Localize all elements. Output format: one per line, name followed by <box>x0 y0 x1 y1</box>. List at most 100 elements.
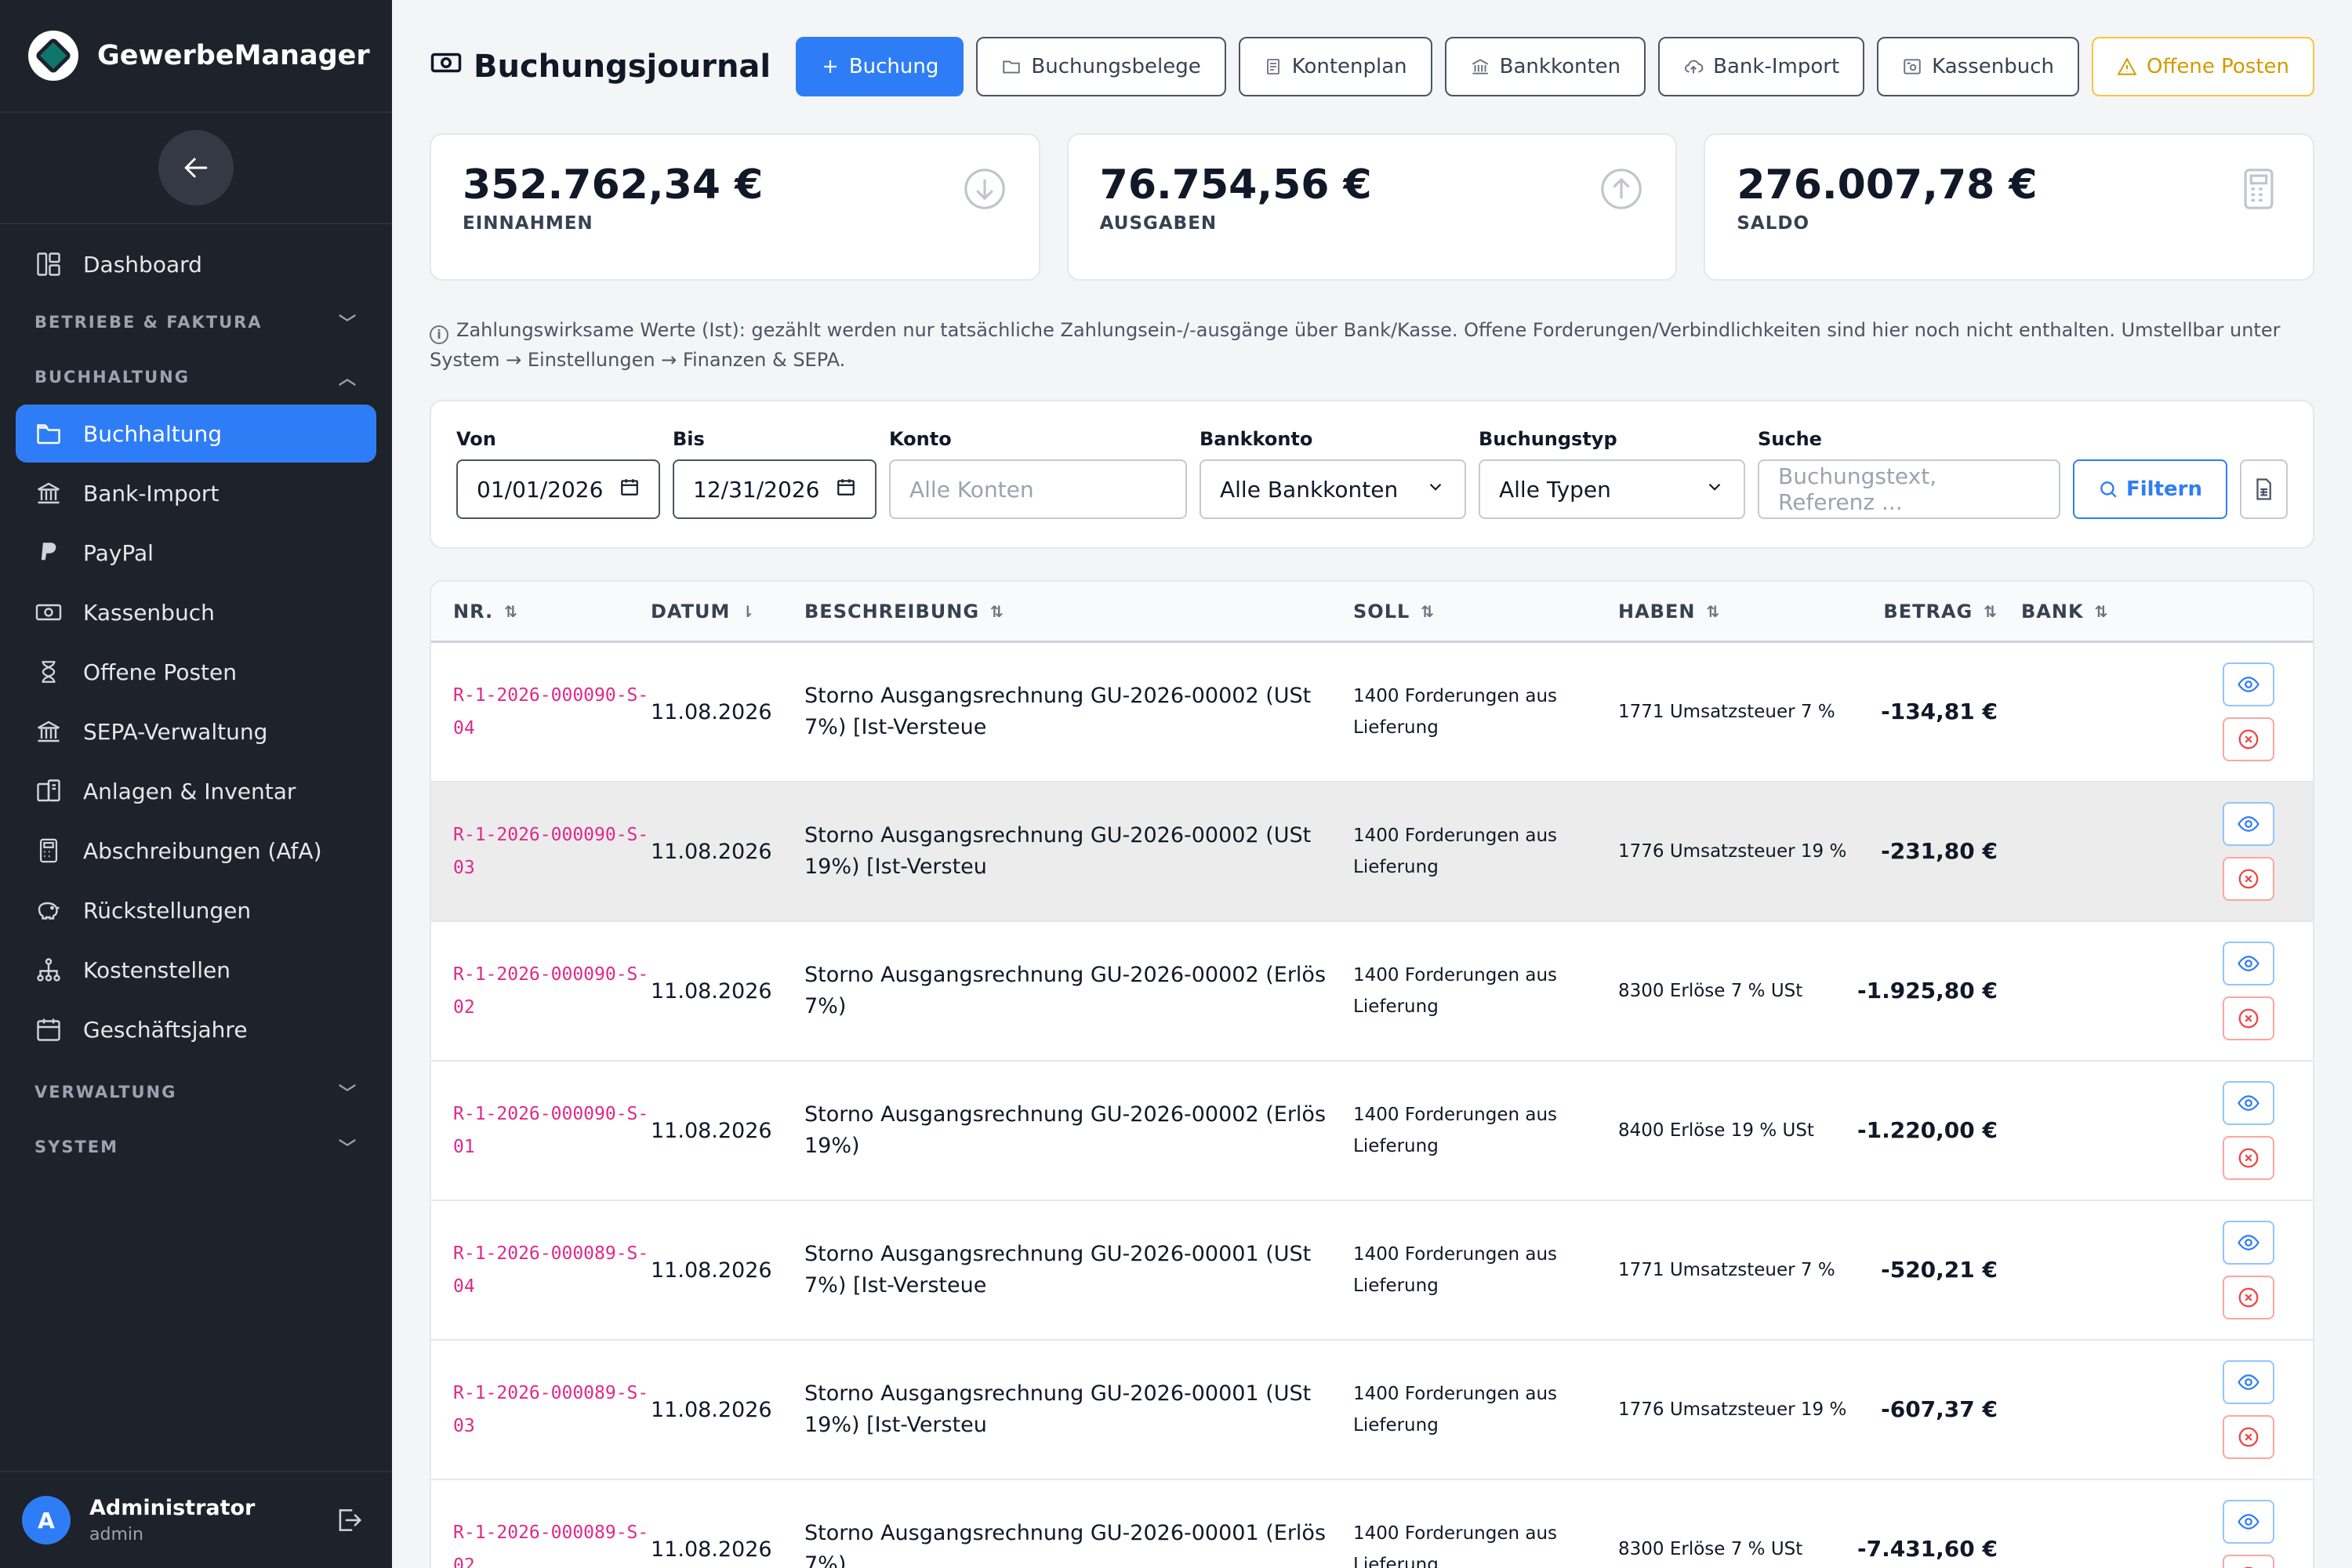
receipts-button[interactable]: Buchungsbelege <box>976 37 1226 96</box>
stat-card-income: 352.762,34 € EINNAHMEN <box>430 133 1040 281</box>
view-button[interactable] <box>2223 1360 2274 1404</box>
cell-nr[interactable]: R-1-2026-000089-S-04 <box>431 1237 651 1303</box>
sort-icon: ⇅ <box>1421 601 1436 621</box>
table-row[interactable]: R-1-2026-000089-S-04 11.08.2026 Storno A… <box>431 1201 2313 1341</box>
column-header-soll[interactable]: SOLL ⇅ <box>1353 601 1618 622</box>
date-from-input[interactable]: 01/01/2026 <box>456 459 660 519</box>
bank-accounts-button[interactable]: Bankkonten <box>1444 37 1646 96</box>
cell-nr[interactable]: R-1-2026-000089-S-02 <box>431 1516 651 1568</box>
cell-nr[interactable]: R-1-2026-000090-S-04 <box>431 679 651 745</box>
date-to-input[interactable]: 12/31/2026 <box>673 459 877 519</box>
cancel-booking-button[interactable] <box>2223 1415 2274 1459</box>
view-button[interactable] <box>2223 802 2274 846</box>
bank-import-button[interactable]: Bank-Import <box>1658 37 1865 96</box>
view-button[interactable] <box>2223 1081 2274 1125</box>
cancel-booking-button[interactable] <box>2223 1555 2274 1568</box>
brand[interactable]: GewerbeManager <box>0 0 392 113</box>
account-input[interactable]: Alle Konten <box>889 459 1187 519</box>
x-circle-icon <box>2244 1566 2253 1568</box>
view-button[interactable] <box>2223 1500 2274 1544</box>
cancel-booking-button[interactable] <box>2223 717 2274 761</box>
bank-account-select[interactable]: Alle Bankkonten <box>1200 459 1466 519</box>
open-items-button[interactable]: Offene Posten <box>2092 37 2314 96</box>
logout-button[interactable] <box>334 1505 364 1538</box>
document-icon <box>1264 57 1283 76</box>
sidebar-section-verwaltung[interactable]: VERWALTUNG ﹀ <box>16 1065 376 1120</box>
cell-beschreibung: Storno Ausgangsrechnung GU-2026-00002 (E… <box>804 1102 1327 1158</box>
sidebar-collapse-button[interactable] <box>158 130 234 205</box>
button-label: Bank-Import <box>1713 55 1840 78</box>
view-button[interactable] <box>2223 662 2274 706</box>
sidebar-item-kostenstellen[interactable]: Kostenstellen <box>16 941 376 999</box>
cancel-booking-button[interactable] <box>2223 996 2274 1040</box>
calendar-icon[interactable] <box>619 477 640 503</box>
sidebar-item-paypal[interactable]: PayPal <box>16 524 376 582</box>
stat-value: 276.007,78 € <box>1737 162 2038 209</box>
table-row[interactable]: R-1-2026-000089-S-02 11.08.2026 Storno A… <box>431 1480 2313 1568</box>
table-row[interactable]: R-1-2026-000090-S-03 11.08.2026 Storno A… <box>431 782 2313 922</box>
spreadsheet-icon <box>2256 478 2272 500</box>
cell-datum: 11.08.2026 <box>651 1537 772 1562</box>
sidebar-item-bank-import[interactable]: Bank-Import <box>16 464 376 522</box>
column-header-datum[interactable]: DATUM ⇂ <box>651 601 804 622</box>
sidebar-item-offene-posten[interactable]: Offene Posten <box>16 643 376 701</box>
chart-of-accounts-button[interactable]: Kontenplan <box>1238 37 1432 96</box>
select-value: Alle Typen <box>1499 476 1611 503</box>
column-header-betrag[interactable]: BETRAG ⇅ <box>1857 601 1998 622</box>
cell-datum: 11.08.2026 <box>651 839 772 864</box>
filter-buchungstyp: Buchungstyp Alle Typen <box>1479 428 1745 519</box>
table-row[interactable]: R-1-2026-000090-S-04 11.08.2026 Storno A… <box>431 643 2313 782</box>
sidebar-item-abschreibungen[interactable]: Abschreibungen (AfA) <box>16 822 376 880</box>
table-row[interactable]: R-1-2026-000090-S-01 11.08.2026 Storno A… <box>431 1062 2313 1201</box>
booking-type-select[interactable]: Alle Typen <box>1479 459 1745 519</box>
calculator-icon <box>33 835 64 866</box>
sidebar-item-anlagen[interactable]: Anlagen & Inventar <box>16 762 376 820</box>
cancel-booking-button[interactable] <box>2223 857 2274 901</box>
sidebar-item-sepa[interactable]: SEPA-Verwaltung <box>16 702 376 760</box>
search-input[interactable]: Buchungstext, Referenz ... <box>1758 459 2060 519</box>
main-content: Buchungsjournal Buchung Buchungsbelege K… <box>392 0 2352 1568</box>
cell-soll: 1400 Forderungen aus Lieferung <box>1353 826 1558 877</box>
cell-nr[interactable]: R-1-2026-000090-S-03 <box>431 818 651 884</box>
filter-label: Von <box>456 428 496 450</box>
sidebar-item-buchhaltung[interactable]: Buchhaltung <box>16 405 376 463</box>
calculator-icon <box>2236 166 2281 215</box>
filter-label: Suche <box>1758 428 1822 450</box>
table-row[interactable]: R-1-2026-000090-S-02 11.08.2026 Storno A… <box>431 922 2313 1062</box>
sidebar-section-betriebe[interactable]: BETRIEBE & FAKTURA ﹀ <box>16 295 376 350</box>
cell-nr[interactable]: R-1-2026-000090-S-02 <box>431 958 651 1024</box>
calendar-icon[interactable] <box>836 477 856 503</box>
calendar-icon <box>33 1014 64 1045</box>
view-button[interactable] <box>2223 1221 2274 1265</box>
x-circle-icon <box>2238 869 2259 889</box>
user-panel: A Administrator admin <box>0 1471 392 1568</box>
x-circle-icon <box>2238 729 2259 750</box>
cancel-booking-button[interactable] <box>2223 1136 2274 1180</box>
cell-nr[interactable]: R-1-2026-000089-S-03 <box>431 1377 651 1443</box>
stat-label: AUSGABEN <box>1099 213 1218 234</box>
avatar[interactable]: A <box>22 1496 71 1544</box>
column-header-bank[interactable]: BANK ⇅ <box>1998 601 2143 622</box>
input-placeholder: Alle Konten <box>909 476 1034 503</box>
column-header-haben[interactable]: HABEN ⇅ <box>1618 601 1857 622</box>
sidebar: GewerbeManager Dashboard BETRIEBE & FAKT… <box>0 0 392 1568</box>
cashbook-button[interactable]: Kassenbuch <box>1877 37 2079 96</box>
export-button[interactable] <box>2239 459 2288 519</box>
row-actions <box>2143 1360 2311 1459</box>
cell-nr[interactable]: R-1-2026-000090-S-01 <box>431 1098 651 1163</box>
sidebar-item-geschaeftsjahre[interactable]: Geschäftsjahre <box>16 1000 376 1058</box>
sidebar-item-dashboard[interactable]: Dashboard <box>16 235 376 293</box>
sidebar-item-rueckstellungen[interactable]: Rückstellungen <box>16 881 376 939</box>
sidebar-item-kassenbuch[interactable]: Kassenbuch <box>16 583 376 641</box>
view-button[interactable] <box>2223 942 2274 985</box>
sidebar-section-buchhaltung[interactable]: BUCHHALTUNG ︿ <box>16 350 376 405</box>
column-header-beschreibung[interactable]: BESCHREIBUNG ⇅ <box>804 601 1353 622</box>
table-row[interactable]: R-1-2026-000089-S-03 11.08.2026 Storno A… <box>431 1341 2313 1480</box>
filter-button[interactable]: Filtern <box>2073 459 2227 519</box>
cancel-booking-button[interactable] <box>2223 1276 2274 1319</box>
column-header-nr[interactable]: NR. ⇅ <box>431 601 651 622</box>
sidebar-collapse-area <box>0 113 392 224</box>
cell-haben: 8300 Erlöse 7 % USt <box>1618 981 1803 1001</box>
sidebar-section-system[interactable]: SYSTEM ﹀ <box>16 1120 376 1174</box>
new-booking-button[interactable]: Buchung <box>795 37 964 96</box>
